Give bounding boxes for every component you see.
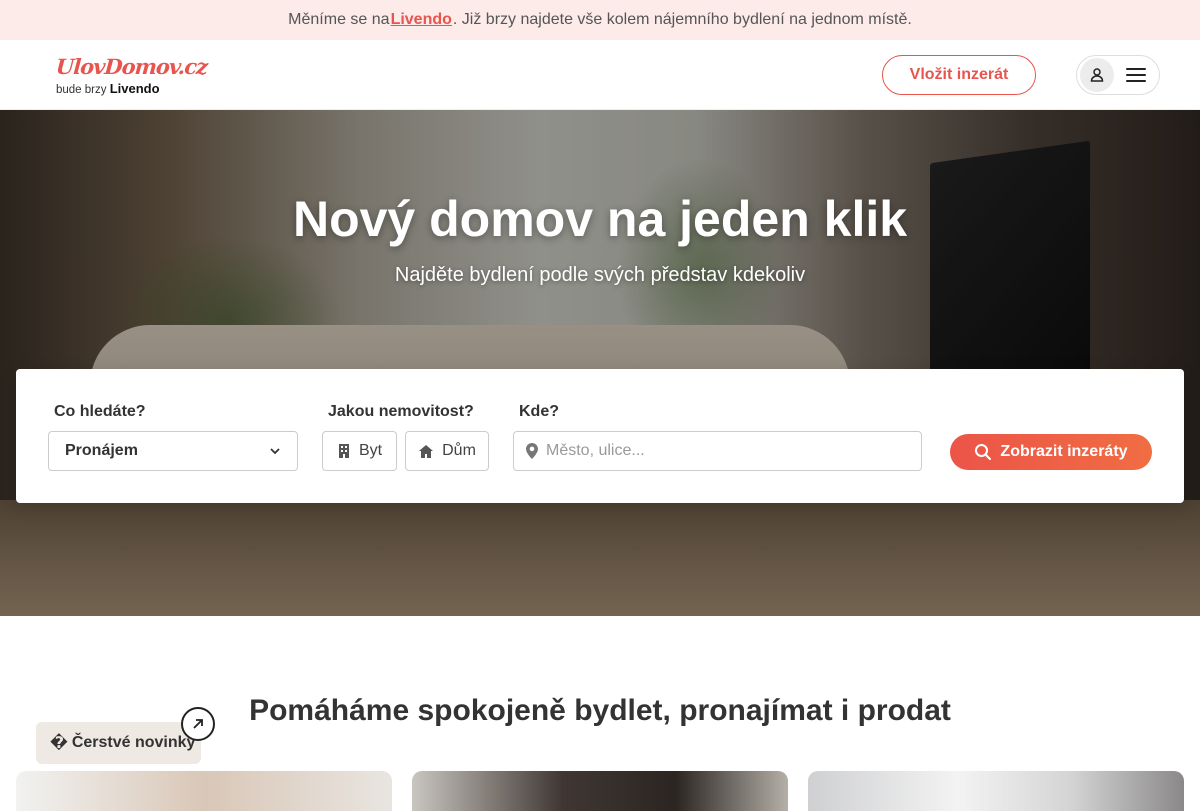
logo-subtitle: bude brzy Livendo — [56, 81, 186, 96]
logo[interactable]: UlovDomov.cz bude brzy Livendo — [55, 54, 208, 96]
announcement-text-after: . Již brzy najdete vše kolem nájemního b… — [452, 11, 912, 28]
news-icon: � — [50, 735, 68, 752]
feature-card-3[interactable] — [808, 771, 1184, 811]
search-location-input[interactable] — [546, 442, 886, 460]
feature-card-2[interactable] — [412, 771, 788, 811]
livendo-link[interactable]: Livendo — [391, 11, 452, 29]
hero-overlay — [0, 110, 1200, 616]
post-listing-button[interactable]: Vložit inzerát — [882, 55, 1036, 95]
feature-card-1[interactable] — [16, 771, 392, 811]
news-badge[interactable]: � Čerstvé novinky — [36, 722, 201, 764]
type-option-apartment-label: Byt — [358, 442, 383, 459]
search-icon — [975, 444, 992, 460]
arrow-up-right-icon — [193, 719, 203, 729]
search-what-select[interactable]: Pronájem — [48, 431, 298, 471]
hamburger-menu-icon — [1126, 68, 1146, 82]
logo-main-text: UlovDomov.cz — [55, 54, 208, 79]
type-option-apartment[interactable]: Byt — [322, 431, 397, 471]
announcement-bar: Měníme se na Livendo. Již brzy najdete v… — [0, 0, 1200, 40]
search-panel: Co hledáte? Pronájem Jakou nemovitost? B… — [16, 369, 1184, 503]
hero-subtitle: Najděte bydlení podle svých představ kde… — [394, 264, 806, 286]
user-menu-button[interactable] — [1076, 55, 1160, 95]
hero-title: Nový domov na jeden klik — [292, 191, 908, 247]
chevron-down-icon — [270, 448, 280, 455]
search-what-value: Pronájem — [65, 442, 138, 459]
search-submit-button[interactable]: Zobrazit inzeráty — [950, 434, 1152, 470]
type-option-house-label: Dům — [442, 442, 476, 459]
search-location-field[interactable] — [513, 431, 922, 471]
search-submit-label: Zobrazit inzeráty — [1000, 443, 1128, 460]
news-badge-label: Čerstvé novinky — [71, 734, 196, 751]
announcement-text-before: Měníme se na — [288, 11, 390, 28]
location-pin-icon — [526, 443, 538, 459]
logo-sub-text: bude brzy — [56, 84, 107, 96]
open-news-button[interactable] — [181, 707, 215, 741]
user-icon — [1080, 58, 1114, 92]
site-header: UlovDomov.cz bude brzy Livendo Vložit in… — [0, 40, 1200, 110]
hero-section: Nový domov na jeden klik Najděte bydlení… — [0, 110, 1200, 616]
house-icon — [419, 444, 434, 458]
search-where-label: Kde? — [519, 403, 559, 420]
type-option-house[interactable]: Dům — [405, 431, 489, 471]
building-icon — [338, 444, 349, 458]
search-type-label: Jakou nemovitost? — [328, 403, 474, 420]
logo-sub-brand: Livendo — [109, 81, 160, 96]
search-what-label: Co hledáte? — [54, 403, 146, 420]
